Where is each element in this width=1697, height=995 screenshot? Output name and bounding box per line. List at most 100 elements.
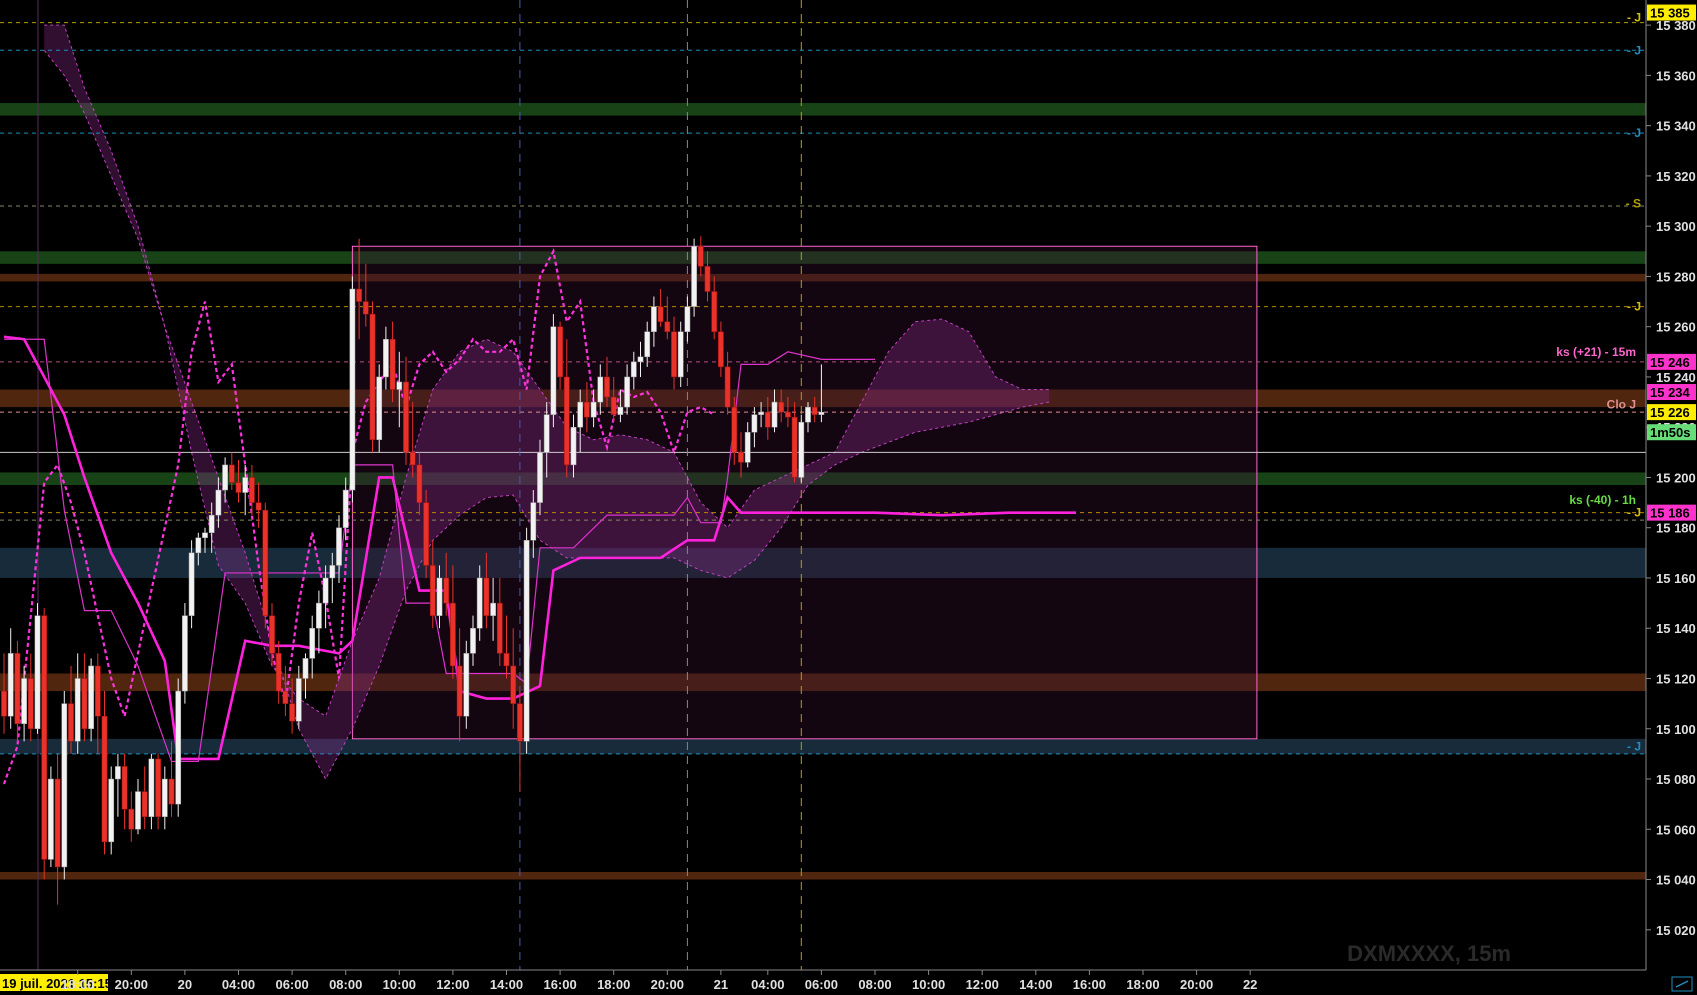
- candle-body: [744, 431, 751, 463]
- price-tick-label: 15 320: [1656, 169, 1696, 184]
- candle-body: [403, 381, 409, 453]
- candle-body: [563, 376, 570, 466]
- candle-body: [389, 338, 396, 390]
- candle-body: [577, 401, 584, 428]
- candle-body: [34, 615, 41, 730]
- price-tick-label: 15 040: [1656, 873, 1696, 888]
- candle-body: [68, 703, 74, 742]
- candle-body: [383, 338, 389, 378]
- level-label: - J: [1627, 506, 1641, 520]
- price-tag-label: 15 234: [1650, 385, 1691, 400]
- price-tag-label: 15 186: [1650, 506, 1690, 521]
- candle-body: [349, 288, 356, 491]
- candle-body: [798, 421, 805, 478]
- candle-body: [14, 653, 21, 724]
- candle-body: [657, 306, 664, 322]
- candle-body: [523, 540, 530, 742]
- candle-body: [644, 331, 651, 358]
- candle-body: [751, 414, 758, 433]
- candle-body: [101, 715, 108, 843]
- candle-body: [456, 665, 463, 717]
- candle-body: [718, 331, 724, 368]
- candle-body: [94, 665, 101, 717]
- time-tick-label: 16:00: [543, 977, 576, 992]
- candle-body: [778, 401, 785, 413]
- candle-body: [302, 658, 309, 679]
- candle-body: [135, 791, 141, 830]
- price-tick-label: 15 280: [1656, 269, 1696, 284]
- time-tick-label: 18:00: [597, 977, 630, 992]
- candle-body: [550, 326, 557, 415]
- candle-body: [483, 577, 490, 616]
- price-tick-label: 15 140: [1656, 621, 1696, 636]
- price-tick-label: 15 120: [1656, 671, 1696, 686]
- time-tick-label: 22: [1243, 977, 1257, 992]
- candle-body: [21, 678, 27, 724]
- candle-body: [557, 326, 563, 378]
- level-label: Clo J: [1607, 398, 1636, 412]
- candle-body: [74, 678, 81, 742]
- time-tick-label: 14:00: [490, 977, 523, 992]
- candle-body: [148, 758, 155, 817]
- candle-body: [175, 690, 182, 805]
- candle-body: [329, 565, 336, 579]
- candle-body: [249, 477, 255, 503]
- candle-body: [785, 411, 791, 418]
- candle-body: [450, 602, 456, 667]
- candle-body: [443, 577, 450, 604]
- candle-body: [530, 502, 537, 541]
- candle-body: [342, 489, 349, 528]
- candle-body: [758, 411, 764, 415]
- candle-body: [590, 401, 597, 418]
- candle-body: [436, 577, 443, 616]
- time-tick-label: 20:00: [115, 977, 148, 992]
- candle-body: [584, 401, 590, 418]
- candle-body: [202, 532, 208, 539]
- candle-body: [215, 489, 222, 516]
- candle-body: [637, 356, 644, 363]
- candle-body: [543, 414, 550, 453]
- level-label: ks (+21) - 15m: [1556, 345, 1636, 359]
- candle-body: [54, 778, 61, 868]
- candle-body: [537, 452, 543, 503]
- candle-body: [423, 502, 429, 566]
- candle-body: [168, 778, 175, 805]
- candle-body: [1, 690, 7, 717]
- price-tick-label: 15 020: [1656, 923, 1696, 938]
- price-tick-label: 15 180: [1656, 521, 1696, 536]
- time-tick-label: 12:00: [436, 977, 469, 992]
- price-tick-label: 15 080: [1656, 772, 1696, 787]
- candle-body: [128, 808, 135, 830]
- candle-body: [684, 306, 691, 332]
- price-tick-label: 15 240: [1656, 370, 1696, 385]
- candle-body: [724, 366, 731, 408]
- price-tick-label: 15 060: [1656, 822, 1696, 837]
- chart-canvas[interactable]: 15 020 15 040 15 060 15 080 15 100 15 120 15 1…: [0, 0, 1697, 995]
- candle-body: [27, 678, 34, 730]
- candle-body: [376, 376, 383, 441]
- price-axis-panel: [1646, 0, 1697, 995]
- candle-body: [429, 565, 436, 616]
- candle-body: [517, 703, 523, 742]
- candle-body: [651, 306, 657, 332]
- candle-body: [764, 411, 771, 428]
- candle-body: [791, 416, 798, 478]
- time-tick-label: 19 juil. 2021 15:15: [2, 976, 112, 991]
- candle-body: [697, 246, 704, 267]
- candle-body: [235, 482, 242, 493]
- candle-body: [805, 406, 811, 423]
- time-tick-label: 18:00: [1126, 977, 1159, 992]
- price-tick-label: 15 160: [1656, 571, 1696, 586]
- candle-body: [811, 406, 818, 415]
- time-tick-label: 21: [714, 977, 728, 992]
- candle-body: [262, 509, 269, 616]
- trading-chart[interactable]: 15 020 15 040 15 060 15 080 15 100 15 120 15 1…: [0, 0, 1697, 995]
- candle-body: [141, 791, 148, 817]
- candle-body: [362, 301, 369, 315]
- candle-body: [41, 615, 48, 860]
- time-tick-label: 08:00: [858, 977, 891, 992]
- zone-band: [0, 738, 1646, 754]
- time-tick-label: 10:00: [383, 977, 416, 992]
- candle-body: [597, 376, 604, 403]
- candle-body: [208, 514, 215, 533]
